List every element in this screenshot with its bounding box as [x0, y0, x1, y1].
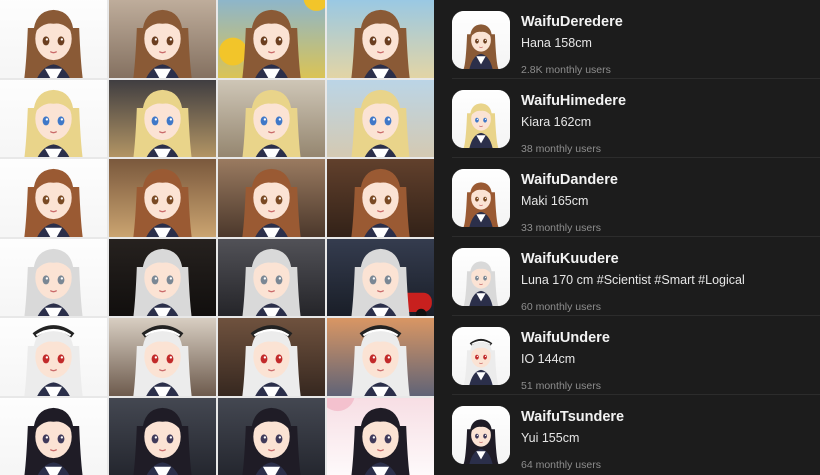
- character-meta: WaifuHimedere Kiara 162cm 38 monthly use…: [521, 90, 626, 156]
- monthly-users-count: 60 monthly users: [521, 301, 601, 313]
- character-description: Kiara 162cm: [521, 115, 592, 129]
- gallery-image[interactable]: [0, 79, 107, 157]
- character-description: IO 144cm: [521, 352, 576, 366]
- character-list-item[interactable]: WaifuHimedere Kiara 162cm 38 monthly use…: [452, 79, 820, 158]
- character-meta: WaifuDandere Maki 165cm 33 monthly users: [521, 169, 618, 235]
- character-name: WaifuKuudere: [521, 251, 619, 267]
- monthly-users-count: 2.8K monthly users: [521, 64, 611, 76]
- character-list-item[interactable]: WaifuDeredere Hana 158cm 2.8K monthly us…: [452, 0, 820, 79]
- character-description: Maki 165cm: [521, 194, 589, 208]
- character-avatar: [452, 169, 510, 227]
- character-avatar: [452, 406, 510, 464]
- character-list-item[interactable]: WaifuTsundere Yui 155cm 64 monthly users: [452, 395, 820, 474]
- image-gallery: [0, 0, 434, 475]
- character-name: WaifuDeredere: [521, 14, 623, 30]
- gallery-image[interactable]: [0, 397, 107, 475]
- character-description: Yui 155cm: [521, 431, 580, 445]
- character-avatar: [452, 90, 510, 148]
- character-description: Hana 158cm: [521, 36, 592, 50]
- gallery-image[interactable]: [327, 159, 434, 237]
- gallery-image[interactable]: [327, 79, 434, 157]
- character-name: WaifuTsundere: [521, 409, 625, 425]
- character-description: Luna 170 cm #Scientist #Smart #Logical: [521, 273, 745, 287]
- monthly-users-count: 38 monthly users: [521, 143, 601, 155]
- gallery-image[interactable]: [0, 238, 107, 316]
- gallery-image[interactable]: [327, 318, 434, 396]
- app-root: WaifuDeredere Hana 158cm 2.8K monthly us…: [0, 0, 820, 475]
- gallery-image[interactable]: [218, 159, 325, 237]
- character-name: WaifuHimedere: [521, 93, 627, 109]
- monthly-users-count: 33 monthly users: [521, 222, 601, 234]
- gallery-image[interactable]: [218, 79, 325, 157]
- gallery-image[interactable]: [218, 0, 325, 78]
- gallery-image[interactable]: [0, 159, 107, 237]
- character-meta: WaifuTsundere Yui 155cm 64 monthly users: [521, 406, 624, 472]
- character-list: WaifuDeredere Hana 158cm 2.8K monthly us…: [434, 0, 820, 475]
- gallery-image[interactable]: [327, 397, 434, 475]
- character-name: WaifuUndere: [521, 330, 610, 346]
- character-avatar: [452, 248, 510, 306]
- gallery-image[interactable]: [218, 397, 325, 475]
- character-avatar: [452, 327, 510, 385]
- gallery-image[interactable]: [109, 318, 216, 396]
- character-meta: WaifuKuudere Luna 170 cm #Scientist #Sma…: [521, 248, 745, 314]
- character-list-item[interactable]: WaifuDandere Maki 165cm 33 monthly users: [452, 158, 820, 237]
- gallery-image[interactable]: [218, 318, 325, 396]
- gallery-image[interactable]: [109, 79, 216, 157]
- gallery-image[interactable]: [109, 397, 216, 475]
- character-name: WaifuDandere: [521, 172, 618, 188]
- gallery-image[interactable]: [109, 238, 216, 316]
- character-meta: WaifuDeredere Hana 158cm 2.8K monthly us…: [521, 11, 623, 77]
- monthly-users-count: 64 monthly users: [521, 459, 601, 471]
- character-list-item[interactable]: WaifuKuudere Luna 170 cm #Scientist #Sma…: [452, 237, 820, 316]
- gallery-image[interactable]: [0, 0, 107, 78]
- gallery-image[interactable]: [327, 0, 434, 78]
- gallery-image[interactable]: [218, 238, 325, 316]
- gallery-image[interactable]: [109, 0, 216, 78]
- character-avatar: [452, 11, 510, 69]
- gallery-image[interactable]: [0, 318, 107, 396]
- character-meta: WaifuUndere IO 144cm 51 monthly users: [521, 327, 610, 393]
- gallery-image[interactable]: [327, 238, 434, 316]
- gallery-image[interactable]: [109, 159, 216, 237]
- character-list-item[interactable]: WaifuUndere IO 144cm 51 monthly users: [452, 316, 820, 395]
- monthly-users-count: 51 monthly users: [521, 380, 601, 392]
